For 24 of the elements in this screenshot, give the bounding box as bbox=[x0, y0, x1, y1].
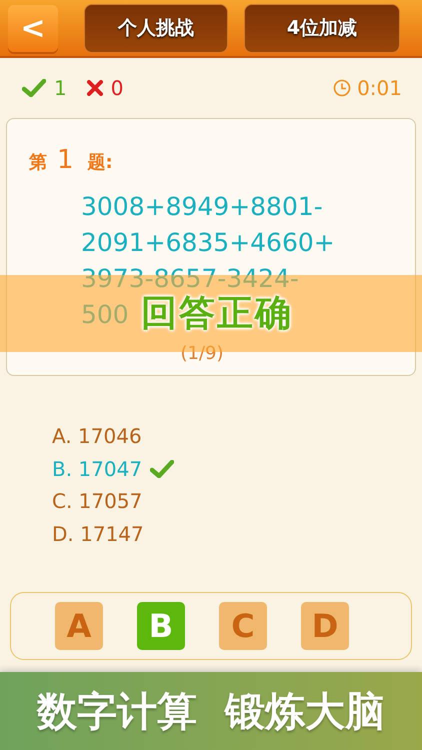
header-tab[interactable]: 4位加减 bbox=[244, 4, 400, 52]
answer-option: C. 17057 bbox=[52, 489, 142, 514]
check-icon bbox=[22, 79, 46, 97]
correct-count: 1 bbox=[54, 76, 67, 100]
expression-line: 500 bbox=[81, 299, 129, 331]
answer-button[interactable]: D bbox=[301, 602, 349, 650]
question-number: 第 1 题: bbox=[29, 145, 113, 175]
cross-icon bbox=[86, 80, 103, 96]
answer-option: B. 17047 bbox=[52, 456, 142, 481]
answer-option: D. 17147 bbox=[52, 522, 144, 546]
check-icon bbox=[150, 460, 174, 478]
answer-button[interactable]: B bbox=[137, 602, 185, 650]
answer-button[interactable]: A bbox=[55, 602, 103, 650]
header-tab[interactable]: 个人挑战 bbox=[84, 4, 228, 52]
result-text: 回答正确 bbox=[141, 292, 293, 336]
answer-option: A. 17046 bbox=[52, 424, 142, 448]
expression-line: 3008+8949+8801- bbox=[81, 191, 323, 223]
wrong-count: 0 bbox=[110, 76, 124, 100]
clock-icon bbox=[333, 79, 352, 97]
timer: 0:01 bbox=[357, 76, 402, 100]
back-button[interactable]: < bbox=[8, 4, 58, 52]
expression-line: 2091+6835+4660+ bbox=[81, 227, 335, 259]
promo-text: 数字计算 锻炼大脑 bbox=[37, 688, 385, 736]
answer-button[interactable]: C bbox=[219, 602, 267, 650]
